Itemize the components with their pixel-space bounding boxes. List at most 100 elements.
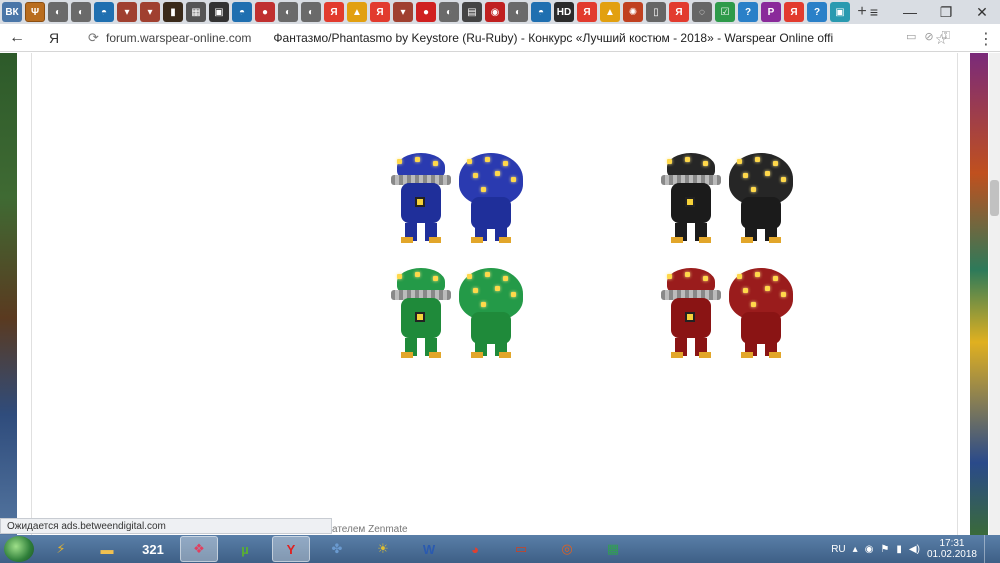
browser-tab[interactable]: ◉	[485, 2, 505, 22]
browser-tab[interactable]: ◐	[278, 2, 298, 22]
browser-tab[interactable]: Я	[370, 2, 390, 22]
browser-tab[interactable]: HD	[554, 2, 574, 22]
taskbar-app[interactable]: ▬	[88, 536, 126, 562]
browser-tab[interactable]: Я	[784, 2, 804, 22]
back-button[interactable]: ←	[0, 29, 34, 47]
browser-menu-icon[interactable]: ⋮	[978, 29, 994, 49]
start-button[interactable]	[4, 536, 34, 562]
sprite-star	[743, 288, 748, 293]
browser-tab[interactable]: ●	[416, 2, 436, 22]
network-icon[interactable]: ▮	[896, 544, 902, 555]
browser-tab[interactable]: ▾	[140, 2, 160, 22]
taskbar-app[interactable]: ☀	[364, 536, 402, 562]
sprite-feet	[741, 237, 781, 243]
flag-icon[interactable]: ⚑	[880, 544, 889, 555]
show-desktop-button[interactable]	[984, 535, 994, 563]
sprite-star	[415, 157, 420, 162]
status-tooltip: Ожидается ads.betweendigital.com	[0, 518, 332, 534]
browser-tab[interactable]: ▣	[209, 2, 229, 22]
scrollbar[interactable]	[989, 53, 1000, 535]
browser-tab[interactable]: ▾	[117, 2, 137, 22]
browser-tab[interactable]: Я	[577, 2, 597, 22]
browser-tab[interactable]: ▮	[163, 2, 183, 22]
sprite-emblem	[415, 312, 425, 322]
costume-sprite	[657, 153, 725, 243]
yandex-icon[interactable]: Я	[34, 30, 74, 46]
footer-text: ателем Zenmate	[332, 524, 408, 535]
browser-tab[interactable]: ◌	[692, 2, 712, 22]
sprite-star	[503, 161, 508, 166]
sprite-emblem	[685, 312, 695, 322]
browser-tab[interactable]: Я	[669, 2, 689, 22]
taskbar-app[interactable]: Y	[272, 536, 310, 562]
sprite-star	[781, 292, 786, 297]
reader-icon[interactable]: ▭	[906, 30, 916, 43]
taskbar-app[interactable]: ❖	[180, 536, 218, 562]
browser-tab[interactable]: ?	[807, 2, 827, 22]
sprite-star	[485, 157, 490, 162]
browser-tab[interactable]: ВК	[2, 2, 22, 22]
window-controls: ≡ — ❐ ✕	[856, 0, 1000, 24]
clock[interactable]: 17:31 01.02.2018	[927, 538, 977, 560]
sprite-star	[737, 159, 742, 164]
browser-tab[interactable]: Ψ	[25, 2, 45, 22]
taskbar-app[interactable]: ▦	[594, 536, 632, 562]
browser-tab[interactable]: ◐	[301, 2, 321, 22]
language-indicator[interactable]: RU	[831, 544, 845, 555]
costume-sprite	[457, 153, 525, 243]
sprite-feet	[401, 352, 441, 358]
sprite-star	[743, 173, 748, 178]
taskbar-app[interactable]: ⚡	[42, 536, 80, 562]
taskbar-app[interactable]: 321	[134, 536, 172, 562]
block-icon[interactable]: ⊘	[924, 30, 933, 43]
volume-icon[interactable]: ◀)	[909, 544, 920, 555]
taskbar-app[interactable]: ◎	[548, 536, 586, 562]
taskbar-app[interactable]: ▭	[502, 536, 540, 562]
browser-tab[interactable]: ✺	[623, 2, 643, 22]
sprite-emblem	[685, 197, 695, 207]
taskbar-app[interactable]: µ	[226, 536, 264, 562]
browser-tab[interactable]: P	[761, 2, 781, 22]
restore-button[interactable]: ❐	[928, 0, 964, 24]
scrollbar-thumb[interactable]	[990, 180, 999, 216]
browser-tab[interactable]: ▾	[393, 2, 413, 22]
close-button[interactable]: ✕	[964, 0, 1000, 24]
browser-tab[interactable]: ◐	[508, 2, 528, 22]
menu-icon[interactable]: ≡	[856, 0, 892, 24]
browser-tab[interactable]: ☑	[715, 2, 735, 22]
taskbar-app[interactable]: W	[410, 536, 448, 562]
browser-tab[interactable]: ◓	[232, 2, 252, 22]
url-field[interactable]: ⟳ forum.warspear-online.com Фантазмо/Pha…	[88, 27, 958, 49]
sprite-star	[737, 274, 742, 279]
browser-tab[interactable]: ▯	[646, 2, 666, 22]
browser-tab[interactable]: ◓	[531, 2, 551, 22]
tray-expand-icon[interactable]: ▴	[853, 544, 858, 555]
browser-tab[interactable]: ▦	[186, 2, 206, 22]
browser-tab[interactable]: ●	[255, 2, 275, 22]
sprite-feet	[671, 352, 711, 358]
browser-tab[interactable]: ◐	[439, 2, 459, 22]
browser-tab[interactable]: Я	[324, 2, 344, 22]
browser-tab[interactable]: ▲	[347, 2, 367, 22]
bookmark-star-icon[interactable]: ☆	[935, 31, 948, 48]
browser-tab[interactable]: ▣	[830, 2, 850, 22]
sprite-feet	[471, 237, 511, 243]
browser-tab[interactable]: ?	[738, 2, 758, 22]
browser-tab[interactable]: ▲	[600, 2, 620, 22]
taskbar-app[interactable]: ◕	[456, 536, 494, 562]
sprite-emblem	[415, 197, 425, 207]
sprite-star	[751, 302, 756, 307]
minimize-button[interactable]: —	[892, 0, 928, 24]
sprite-star	[755, 272, 760, 277]
taskbar-app[interactable]: ✤	[318, 536, 356, 562]
refresh-icon[interactable]: ⟳	[88, 30, 106, 46]
browser-tab[interactable]: ◓	[94, 2, 114, 22]
sprite-star	[495, 286, 500, 291]
tray-app-icon[interactable]: ◉	[865, 544, 874, 555]
costume-sprite	[457, 268, 525, 358]
sprite-star	[481, 302, 486, 307]
costume-sprite	[727, 268, 795, 358]
browser-tab[interactable]: ▤	[462, 2, 482, 22]
browser-tab[interactable]: ◐	[71, 2, 91, 22]
browser-tab[interactable]: ◐	[48, 2, 68, 22]
